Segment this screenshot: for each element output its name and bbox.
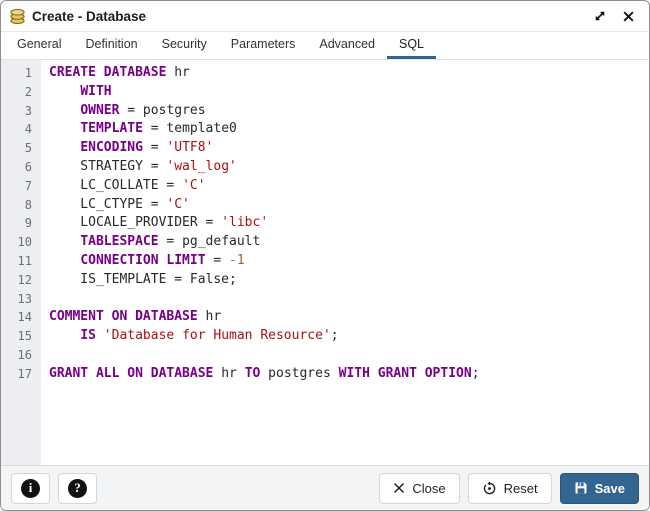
line-number: 8 <box>1 196 41 215</box>
code-line: LOCALE_PROVIDER = 'libc' <box>49 214 649 233</box>
dialog-footer: i ? Close Reset <box>1 465 649 510</box>
save-floppy-icon <box>574 481 588 495</box>
tab-advanced[interactable]: Advanced <box>307 32 387 59</box>
line-number: 1 <box>1 64 41 83</box>
editor-code: CREATE DATABASE hr WITH OWNER = postgres… <box>41 60 649 465</box>
code-line: OWNER = postgres <box>49 102 649 121</box>
code-line: STRATEGY = 'wal_log' <box>49 158 649 177</box>
code-line: CREATE DATABASE hr <box>49 64 649 83</box>
line-number: 4 <box>1 120 41 139</box>
line-number: 2 <box>1 83 41 102</box>
code-line: TEMPLATE = template0 <box>49 120 649 139</box>
line-number: 6 <box>1 158 41 177</box>
reset-icon <box>482 481 497 496</box>
editor-gutter: 1234567891011121314151617 <box>1 60 41 465</box>
tab-security[interactable]: Security <box>150 32 219 59</box>
tab-parameters[interactable]: Parameters <box>219 32 308 59</box>
create-database-dialog: Create - Database General Definition Sec… <box>0 0 650 511</box>
sql-help-button[interactable]: i <box>11 473 50 504</box>
expand-icon[interactable] <box>589 5 611 27</box>
reset-button[interactable]: Reset <box>468 473 552 504</box>
tab-definition[interactable]: Definition <box>73 32 149 59</box>
close-x-icon <box>393 482 405 494</box>
line-number: 15 <box>1 327 41 346</box>
database-icon <box>9 8 26 25</box>
close-icon[interactable] <box>617 5 639 27</box>
line-number: 16 <box>1 346 41 365</box>
code-line: IS_TEMPLATE = False; <box>49 271 649 290</box>
info-icon: i <box>21 479 40 498</box>
code-line: ​ <box>49 346 649 365</box>
dialog-tabbar: General Definition Security Parameters A… <box>1 32 649 60</box>
code-line: COMMENT ON DATABASE hr <box>49 308 649 327</box>
code-line: LC_COLLATE = 'C' <box>49 177 649 196</box>
code-line: TABLESPACE = pg_default <box>49 233 649 252</box>
code-line: IS 'Database for Human Resource'; <box>49 327 649 346</box>
code-line: WITH <box>49 83 649 102</box>
code-line: ENCODING = 'UTF8' <box>49 139 649 158</box>
tab-sql[interactable]: SQL <box>387 32 436 59</box>
code-line: GRANT ALL ON DATABASE hr TO postgres WIT… <box>49 365 649 384</box>
sql-editor[interactable]: 1234567891011121314151617 CREATE DATABAS… <box>1 60 649 465</box>
line-number: 3 <box>1 102 41 121</box>
close-button[interactable]: Close <box>379 473 459 504</box>
save-button[interactable]: Save <box>560 473 639 504</box>
line-number: 12 <box>1 271 41 290</box>
code-line: CONNECTION LIMIT = -1 <box>49 252 649 271</box>
line-number: 5 <box>1 139 41 158</box>
dialog-titlebar: Create - Database <box>1 1 649 32</box>
dialog-title: Create - Database <box>32 9 146 24</box>
line-number: 17 <box>1 365 41 384</box>
line-number: 11 <box>1 252 41 271</box>
code-line: ​ <box>49 290 649 309</box>
line-number: 7 <box>1 177 41 196</box>
help-icon: ? <box>68 479 87 498</box>
dialog-help-button[interactable]: ? <box>58 473 97 504</box>
line-number: 14 <box>1 308 41 327</box>
line-number: 10 <box>1 233 41 252</box>
tab-general[interactable]: General <box>5 32 73 59</box>
line-number: 13 <box>1 290 41 309</box>
line-number: 9 <box>1 214 41 233</box>
code-line: LC_CTYPE = 'C' <box>49 196 649 215</box>
